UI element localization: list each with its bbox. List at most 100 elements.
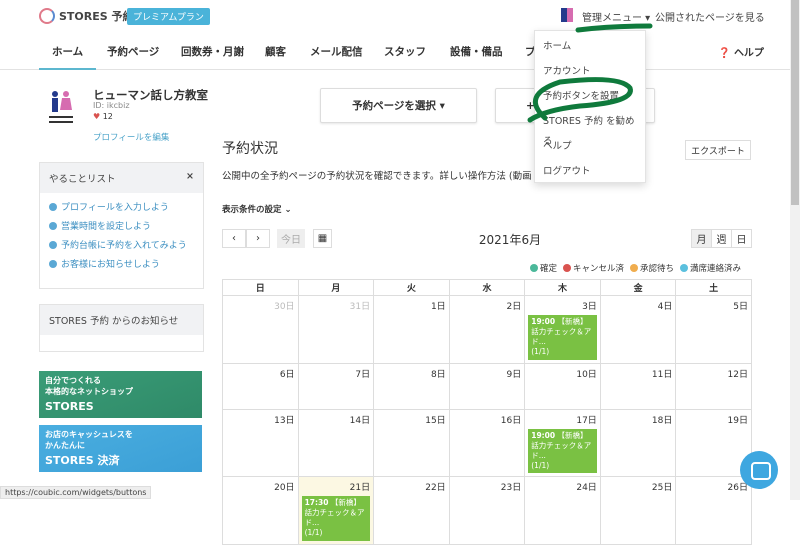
day-number: 17日 (576, 415, 597, 426)
calendar-day[interactable]: 9日 (448, 362, 526, 410)
tab-tickets[interactable]: 回数券・月謝 (181, 44, 244, 59)
todo-label: プロフィールを入力しよう (61, 203, 169, 213)
status-legend: 確定 キャンセル済 承認待ち 満席連絡済み (530, 262, 741, 274)
calendar-picker-button[interactable]: ▦ (313, 229, 332, 248)
menu-item-recommend[interactable]: STORES 予約 を勧める (535, 112, 645, 147)
day-number: 1日 (430, 302, 446, 312)
banner-text: お店のキャッシュレスを (45, 430, 133, 439)
calendar-day[interactable]: 13日 (222, 408, 299, 477)
todo-item[interactable]: お客様にお知らせしよう (40, 254, 203, 273)
legend-item: キャンセル済 (563, 262, 624, 274)
calendar-day[interactable]: 15日 (373, 408, 450, 477)
view-public-page-link[interactable]: 公開されたページを見る (655, 9, 765, 24)
menu-item-logout[interactable]: ログアウト (535, 162, 645, 187)
day-number: 9日 (506, 369, 522, 380)
reservation-event[interactable]: 17:30 【新橋】話力チェック＆アド... (1/1) (301, 496, 371, 541)
legend-item: 満席連絡済み (680, 262, 741, 274)
day-number: 10日 (576, 369, 597, 380)
calendar-day[interactable]: 26日 (675, 476, 752, 545)
calendar-day[interactable]: 31日 (297, 295, 375, 364)
main-nav: ホーム 予約ページ 回数券・月謝 顧客 メール配信 スタッフ 設備・備品 プ ❓… (0, 30, 790, 70)
export-button[interactable]: エクスポート (685, 140, 751, 160)
weekday-header: 月 (297, 279, 375, 296)
menu-item-install-button[interactable]: 予約ボタンを設置 (535, 87, 645, 112)
tab-home[interactable]: ホーム (38, 44, 97, 70)
view-month-button[interactable]: 月 (691, 229, 712, 248)
event-time: 19:00 (531, 317, 556, 326)
day-number: 30日 (274, 302, 295, 312)
day-number: 21日 (349, 483, 371, 493)
likes-value: 12 (102, 112, 113, 121)
calendar-day[interactable]: 22日 (373, 476, 450, 545)
day-number: 2日 (506, 302, 522, 312)
calendar-day[interactable]: 5日 (675, 295, 752, 364)
edit-profile-link[interactable]: プロフィールを編集 (93, 131, 169, 143)
event-time: 19:00 (531, 430, 556, 440)
day-number: 11日 (651, 369, 673, 380)
calendar-day[interactable]: 6日 (222, 362, 299, 410)
reservation-event[interactable]: 19:00 【新橋】話力チェック＆アド... (1/1) (528, 315, 597, 360)
tab-staff[interactable]: スタッフ (384, 44, 426, 59)
menu-item-home[interactable]: ホーム (535, 37, 645, 62)
calendar-day[interactable]: 1日 (373, 295, 450, 364)
news-header: STORES 予約 からのお知らせ (40, 305, 203, 335)
calendar-day[interactable]: 25日 (599, 476, 677, 545)
day-number: 31日 (349, 302, 371, 312)
legend-label: 承認待ち (640, 264, 675, 274)
question-icon: ❓ (718, 48, 731, 59)
calendar-day[interactable]: 12日 (675, 362, 752, 410)
close-icon[interactable]: × (186, 171, 194, 182)
legend-label: キャンセル済 (573, 264, 625, 274)
next-month-button[interactable]: › (246, 229, 270, 248)
calendar-day[interactable]: 11日 (599, 362, 677, 410)
todo-item[interactable]: 営業時間を設定しよう (40, 216, 203, 235)
calendar-day[interactable]: 16日 (448, 408, 526, 477)
tab-equipment[interactable]: 設備・備品 (450, 44, 503, 59)
calendar-day[interactable]: 7日 (297, 362, 375, 410)
prev-month-button[interactable]: ‹ (222, 229, 246, 248)
calendar-day[interactable]: 8日 (373, 362, 450, 410)
select-reservation-page-button[interactable]: 予約ページを選択 ▾ (320, 88, 477, 123)
scrollbar-thumb[interactable] (791, 0, 799, 205)
tab-mail[interactable]: メール配信 (310, 44, 363, 59)
calendar-day[interactable]: 18日 (599, 408, 677, 477)
check-icon (49, 202, 57, 211)
calendar-day[interactable]: 2日 (448, 295, 526, 364)
calendar-day[interactable]: 24日 (524, 476, 601, 545)
todo-item[interactable]: 予約台帳に予約を入れてみよう (40, 235, 203, 254)
chat-button[interactable] (740, 451, 778, 489)
day-number: 4日 (657, 302, 673, 312)
calendar-day[interactable]: 14日 (297, 408, 375, 477)
admin-menu-button[interactable]: 管理メニュー ▾ (582, 9, 650, 24)
calendar-day[interactable]: 17日 19:00 【新橋】話力チェック＆アド... (1/1) (524, 408, 601, 477)
menu-item-help[interactable]: ヘルプ (535, 137, 645, 162)
calendar-day[interactable]: 20日 (222, 476, 299, 545)
help-link[interactable]: ❓ ヘルプ (718, 44, 764, 59)
stores-shop-banner[interactable]: 自分でつくれる 本格的なネットショップ STORES (39, 371, 202, 418)
calendar-day[interactable]: 23日 (448, 476, 526, 545)
day-number: 15日 (425, 415, 446, 426)
calendar-day[interactable]: 4日 (599, 295, 677, 364)
tab-customers[interactable]: 顧客 (265, 44, 286, 59)
page-title: 予約状況 (222, 141, 278, 157)
calendar-day[interactable]: 10日 (524, 362, 601, 410)
calendar-day[interactable]: 3日 19:00 【新橋】話力チェック＆アド... (1/1) (524, 295, 601, 364)
tab-reservation-pages[interactable]: 予約ページ (107, 44, 159, 59)
calendar-day[interactable]: 21日 17:30 【新橋】話力チェック＆アド... (1/1) (297, 476, 375, 545)
calendar-icon: ▦ (317, 233, 328, 244)
todo-item[interactable]: プロフィールを入力しよう (40, 197, 203, 216)
today-button[interactable]: 今日 (277, 229, 305, 248)
calendar-day[interactable]: 30日 (222, 295, 299, 364)
filter-settings-toggle[interactable]: 表示条件の設定 ⌄ (222, 203, 292, 215)
reservation-event[interactable]: 19:00 【新橋】話力チェック＆アド... (1/1) (528, 428, 597, 473)
todo-label: 予約台帳に予約を入れてみよう (61, 241, 187, 251)
menu-item-account[interactable]: アカウント (535, 62, 645, 87)
view-day-button[interactable]: 日 (731, 229, 752, 248)
calendar-week: 13日 14日 15日 16日 17日 19:00 【新橋】話力チェック＆アド... (1/… (222, 408, 752, 477)
calendar-grid: 日月火水木金土 30日 31日 1日 2日 3日 19:00 【新橋】話力チェック＆アド.… (222, 279, 752, 545)
banner-text: かんたんに (45, 441, 85, 451)
day-number: 23日 (500, 483, 522, 493)
view-week-button[interactable]: 週 (711, 229, 732, 248)
stores-payment-banner[interactable]: お店のキャッシュレスを かんたんに STORES 決済 (39, 425, 202, 472)
stores-logo[interactable]: STORES 予約 (39, 8, 134, 24)
